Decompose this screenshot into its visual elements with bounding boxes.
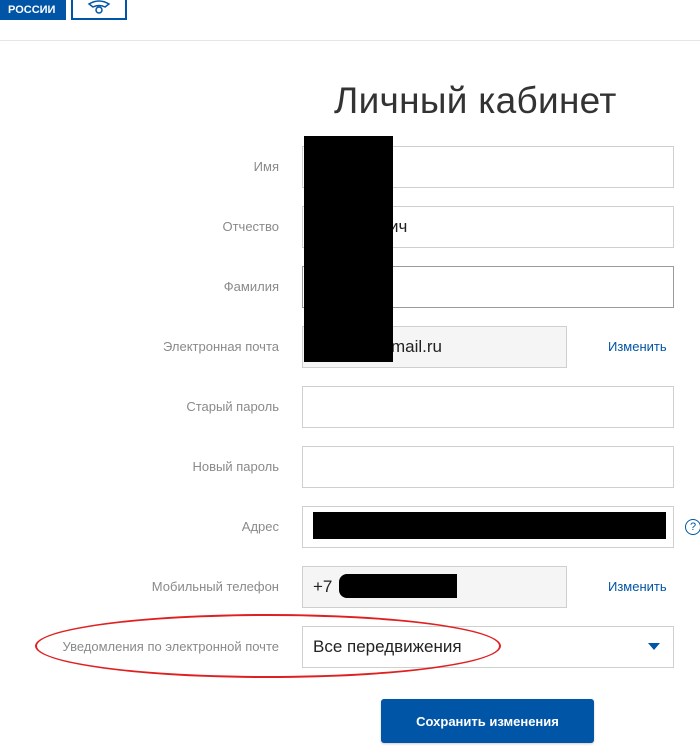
first-name-label: Имя xyxy=(253,159,279,174)
notifications-label: Уведомления по электронной почте xyxy=(62,639,279,654)
new-password-label: Новый пароль xyxy=(192,459,279,474)
notifications-selected-value: Все передвижения xyxy=(313,637,462,656)
dropdown-arrow-icon xyxy=(648,643,660,650)
site-header: РОССИИ xyxy=(0,0,700,41)
email-value: mail.ru xyxy=(391,337,443,356)
change-phone-link[interactable]: Изменить xyxy=(608,566,667,608)
old-password-input[interactable] xyxy=(302,386,674,428)
change-email-link[interactable]: Изменить xyxy=(608,326,667,368)
page-title: Личный кабинет xyxy=(334,80,617,121)
email-label: Электронная почта xyxy=(162,339,279,354)
redaction-block xyxy=(313,512,666,539)
new-password-input[interactable] xyxy=(302,446,674,488)
old-password-label: Старый пароль xyxy=(186,399,279,414)
help-icon[interactable]: ? xyxy=(685,519,700,535)
save-changes-button[interactable]: Сохранить изменения xyxy=(381,699,594,743)
old-password-row: Старый пароль xyxy=(0,386,700,428)
eagle-emblem-icon[interactable] xyxy=(71,0,127,20)
notifications-row: Уведомления по электронной почте Все пер… xyxy=(0,626,700,668)
redaction-block xyxy=(304,136,393,362)
mobile-phone-label: Мобильный телефон xyxy=(151,579,279,594)
redaction-block xyxy=(339,574,457,598)
patronymic-label: Отчество xyxy=(222,219,279,234)
russian-post-logo[interactable]: РОССИИ xyxy=(0,0,66,20)
last-name-label: Фамилия xyxy=(223,279,279,294)
address-label: Адрес xyxy=(241,519,279,534)
notifications-select[interactable]: Все передвижения xyxy=(302,626,674,668)
mobile-phone-value: +7 xyxy=(313,577,333,596)
new-password-row: Новый пароль xyxy=(0,446,700,488)
